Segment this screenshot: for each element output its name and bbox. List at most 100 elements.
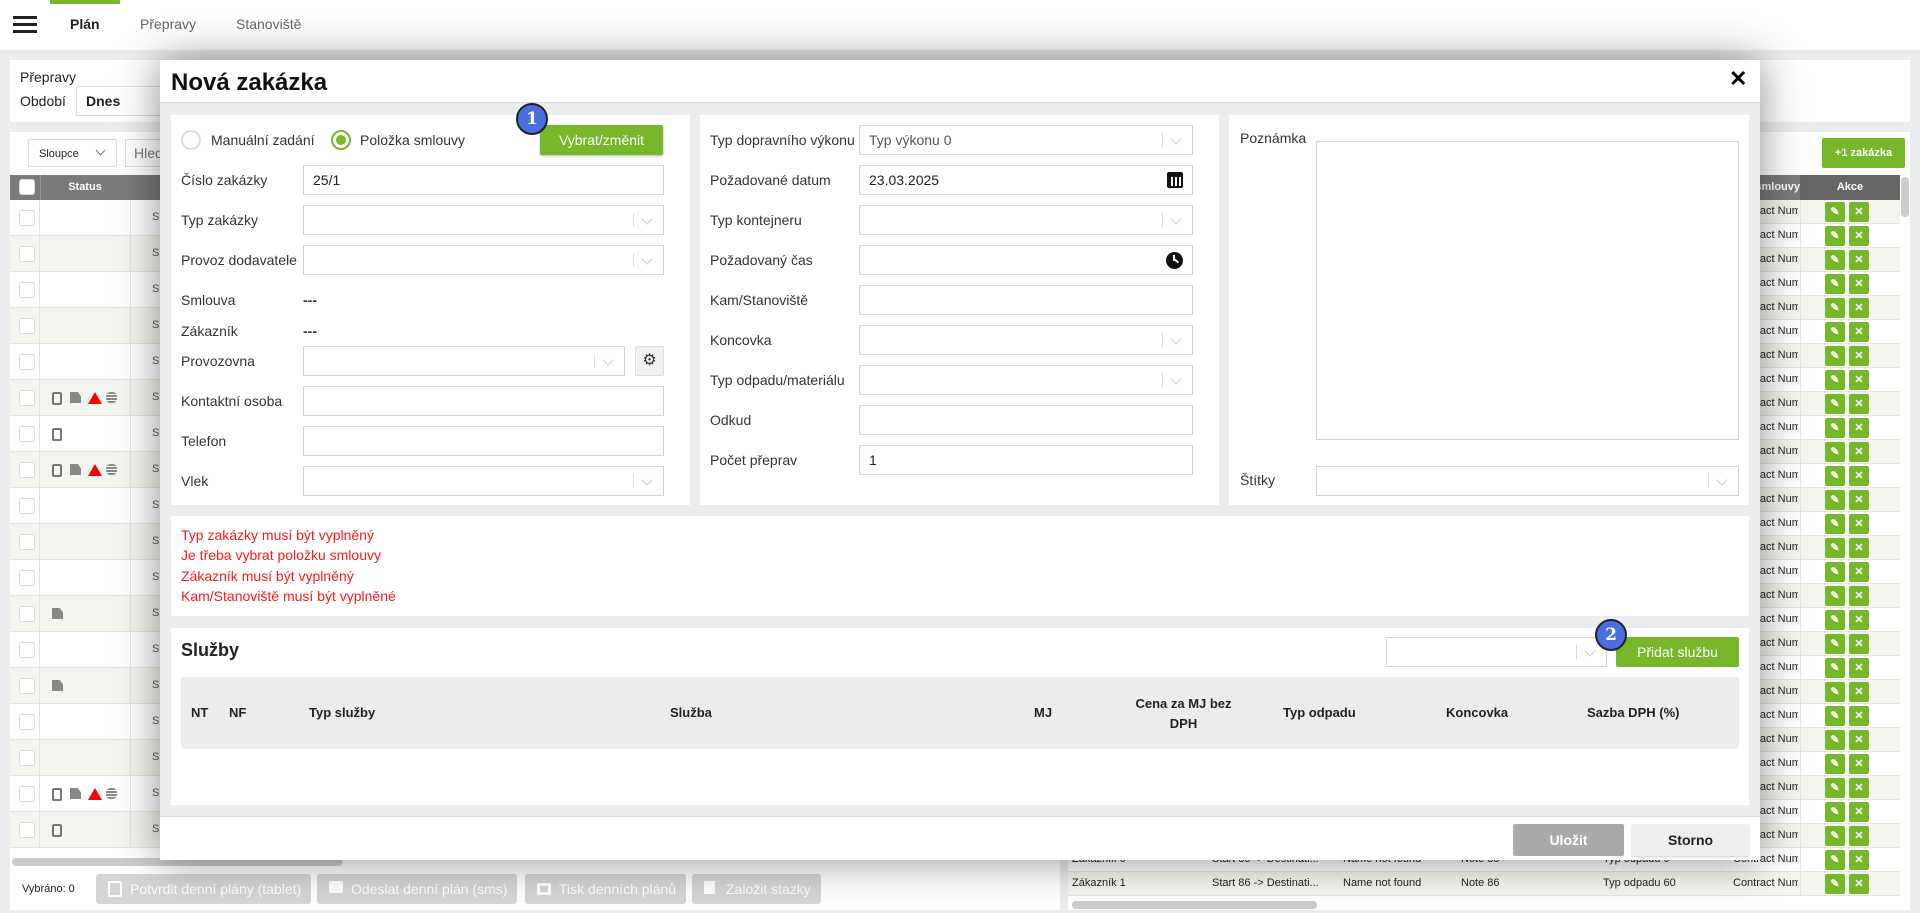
edit-icon[interactable]: ✎ (1825, 442, 1845, 462)
radio-manual[interactable] (181, 130, 201, 150)
date-input[interactable]: 23.03.2025 (859, 165, 1193, 195)
add-service-button[interactable]: Přidat službu (1616, 637, 1739, 667)
delete-icon[interactable]: ✕ (1849, 802, 1869, 822)
delete-icon[interactable]: ✕ (1849, 610, 1869, 630)
row-checkbox[interactable] (19, 210, 35, 226)
delete-icon[interactable]: ✕ (1849, 226, 1869, 246)
confirm-tablet-button[interactable]: Potvrdit denní plány (tablet) (96, 874, 312, 904)
edit-icon[interactable]: ✎ (1825, 586, 1845, 606)
container-select[interactable] (859, 205, 1193, 235)
row-checkbox[interactable] (19, 822, 35, 838)
edit-icon[interactable]: ✎ (1825, 202, 1845, 222)
delete-icon[interactable]: ✕ (1849, 562, 1869, 582)
columns-button[interactable]: Sloupce (28, 139, 117, 167)
create-stazky-button[interactable]: Založit stazky (692, 874, 821, 904)
clock-icon[interactable] (1166, 252, 1183, 269)
menu-icon[interactable] (13, 16, 37, 34)
delete-icon[interactable]: ✕ (1849, 682, 1869, 702)
cancel-button[interactable]: Storno (1632, 824, 1749, 856)
edit-icon[interactable]: ✎ (1825, 754, 1845, 774)
edit-icon[interactable]: ✎ (1825, 682, 1845, 702)
radio-contract[interactable] (331, 130, 351, 150)
from-input[interactable] (859, 405, 1193, 435)
delete-icon[interactable]: ✕ (1849, 706, 1869, 726)
delete-icon[interactable]: ✕ (1849, 346, 1869, 366)
delete-icon[interactable]: ✕ (1849, 634, 1869, 654)
save-button[interactable]: Uložit (1513, 824, 1624, 856)
edit-icon[interactable]: ✎ (1825, 274, 1845, 294)
edit-icon[interactable]: ✎ (1825, 490, 1845, 510)
row-checkbox[interactable] (19, 390, 35, 406)
row-checkbox[interactable] (19, 714, 35, 730)
trailer-select[interactable] (303, 466, 664, 496)
delete-icon[interactable]: ✕ (1849, 586, 1869, 606)
count-input[interactable]: 1 (859, 445, 1193, 475)
edit-icon[interactable]: ✎ (1825, 730, 1845, 750)
phone-input[interactable] (303, 426, 664, 456)
horizontal-scrollbar[interactable] (1068, 900, 1900, 910)
edit-icon[interactable]: ✎ (1825, 874, 1845, 894)
select-change-button[interactable]: Vybrat/změnit (540, 125, 663, 155)
row-checkbox[interactable] (19, 498, 35, 514)
tags-select[interactable] (1316, 466, 1739, 496)
edit-icon[interactable]: ✎ (1825, 850, 1845, 870)
edit-icon[interactable]: ✎ (1825, 322, 1845, 342)
add-order-button[interactable]: +1 zakázka (1822, 138, 1905, 168)
delete-icon[interactable]: ✕ (1849, 538, 1869, 558)
edit-icon[interactable]: ✎ (1825, 346, 1845, 366)
row-checkbox[interactable] (19, 534, 35, 550)
edit-icon[interactable]: ✎ (1825, 778, 1845, 798)
delete-icon[interactable]: ✕ (1849, 466, 1869, 486)
select-all-checkbox[interactable] (19, 179, 35, 195)
contact-input[interactable] (303, 386, 664, 416)
delete-icon[interactable]: ✕ (1849, 850, 1869, 870)
edit-icon[interactable]: ✎ (1825, 514, 1845, 534)
row-checkbox[interactable] (19, 678, 35, 694)
row-checkbox[interactable] (19, 570, 35, 586)
delete-icon[interactable]: ✕ (1849, 298, 1869, 318)
edit-icon[interactable]: ✎ (1825, 394, 1845, 414)
edit-icon[interactable]: ✎ (1825, 538, 1845, 558)
edit-icon[interactable]: ✎ (1825, 466, 1845, 486)
edit-icon[interactable]: ✎ (1825, 826, 1845, 846)
edit-icon[interactable]: ✎ (1825, 562, 1845, 582)
delete-icon[interactable]: ✕ (1849, 754, 1869, 774)
close-icon[interactable]: ✕ (1729, 66, 1747, 92)
edit-icon[interactable]: ✎ (1825, 610, 1845, 630)
delete-icon[interactable]: ✕ (1849, 730, 1869, 750)
row-checkbox[interactable] (19, 318, 35, 334)
send-sms-button[interactable]: Odeslat denní plán (sms) (317, 874, 518, 904)
delete-icon[interactable]: ✕ (1849, 274, 1869, 294)
row-checkbox[interactable] (19, 750, 35, 766)
row-checkbox[interactable] (19, 246, 35, 262)
delete-icon[interactable]: ✕ (1849, 370, 1869, 390)
delete-icon[interactable]: ✕ (1849, 418, 1869, 438)
delete-icon[interactable]: ✕ (1849, 778, 1869, 798)
row-checkbox[interactable] (19, 426, 35, 442)
time-input[interactable] (859, 245, 1193, 275)
tab-prepravy[interactable]: Přepravy (140, 16, 196, 32)
delete-icon[interactable]: ✕ (1849, 394, 1869, 414)
delete-icon[interactable]: ✕ (1849, 826, 1869, 846)
row-checkbox[interactable] (19, 282, 35, 298)
delete-icon[interactable]: ✕ (1849, 514, 1869, 534)
edit-icon[interactable]: ✎ (1825, 250, 1845, 270)
delete-icon[interactable]: ✕ (1849, 490, 1869, 510)
edit-icon[interactable]: ✎ (1825, 418, 1845, 438)
row-checkbox[interactable] (19, 642, 35, 658)
order-number-input[interactable]: 25/1 (303, 165, 664, 195)
destination-input[interactable] (859, 285, 1193, 315)
note-textarea[interactable] (1316, 141, 1739, 440)
premises-select[interactable] (303, 346, 625, 376)
edit-icon[interactable]: ✎ (1825, 706, 1845, 726)
row-checkbox[interactable] (19, 606, 35, 622)
delete-icon[interactable]: ✕ (1849, 202, 1869, 222)
supplier-op-select[interactable] (303, 245, 664, 275)
delete-icon[interactable]: ✕ (1849, 442, 1869, 462)
gear-icon[interactable]: ⚙ (635, 346, 664, 376)
ending-select[interactable] (859, 325, 1193, 355)
vertical-scrollbar[interactable] (1900, 175, 1910, 855)
delete-icon[interactable]: ✕ (1849, 874, 1869, 894)
delete-icon[interactable]: ✕ (1849, 322, 1869, 342)
print-plans-button[interactable]: Tisk denních plánů (525, 874, 686, 904)
